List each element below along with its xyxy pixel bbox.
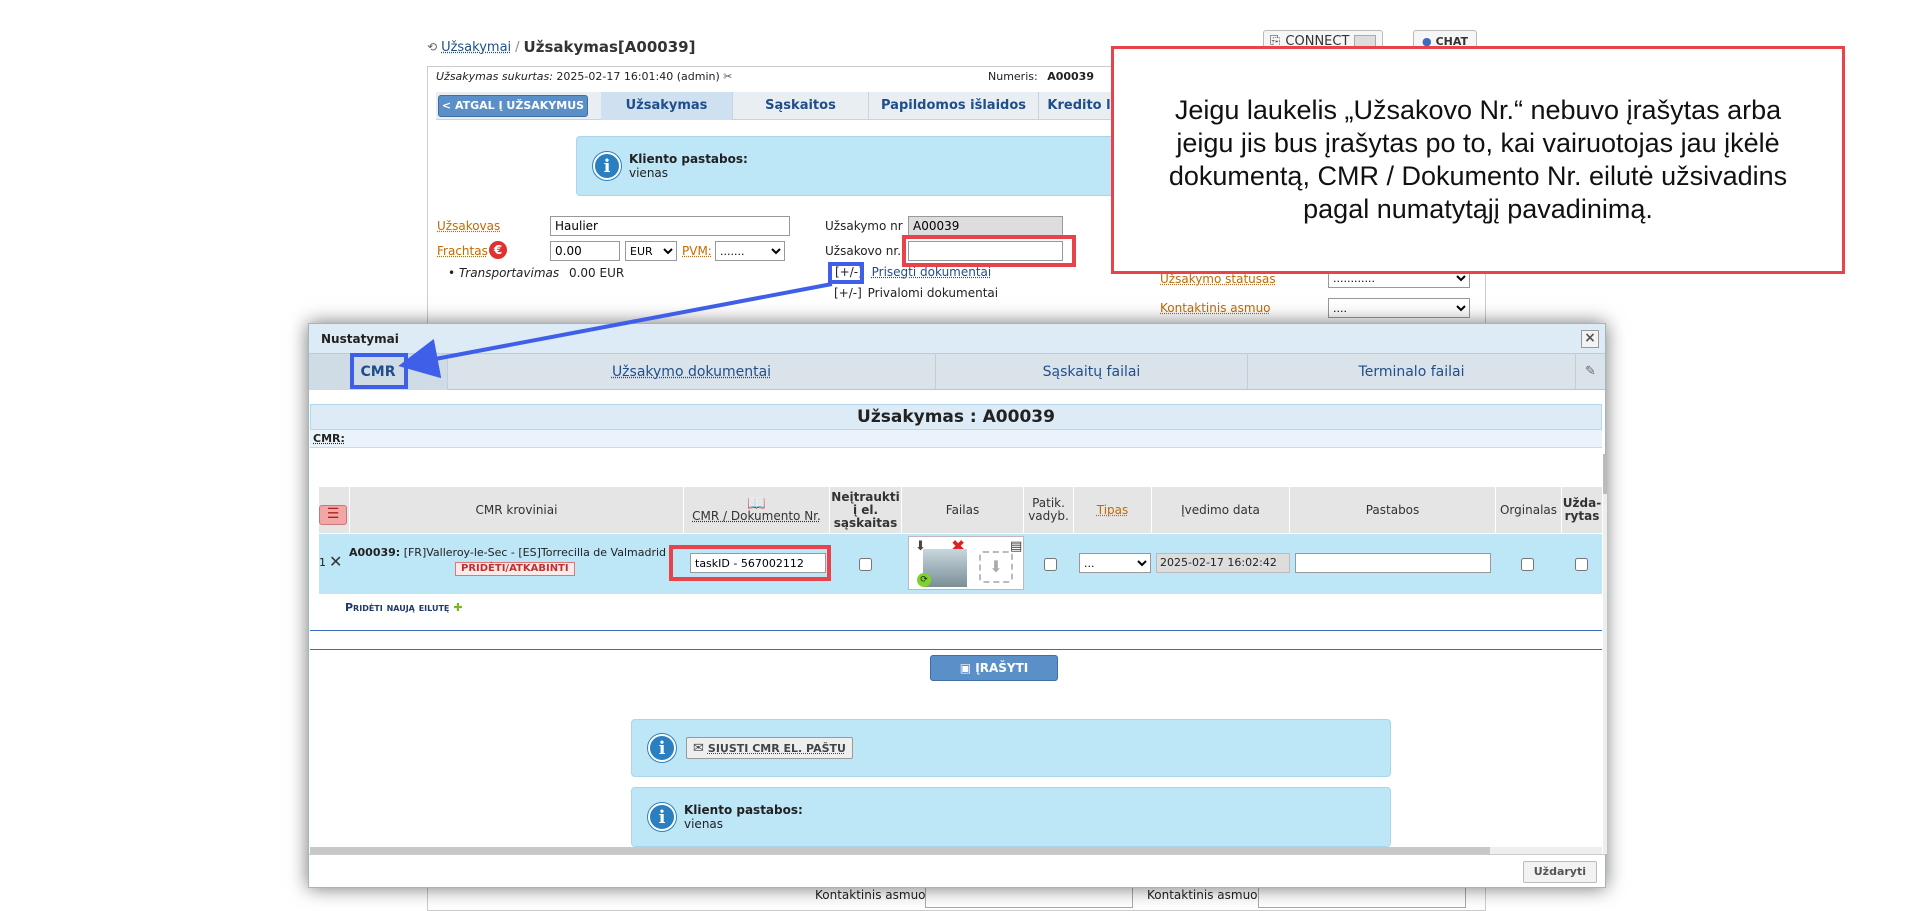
arrow-annotation (398, 282, 833, 379)
